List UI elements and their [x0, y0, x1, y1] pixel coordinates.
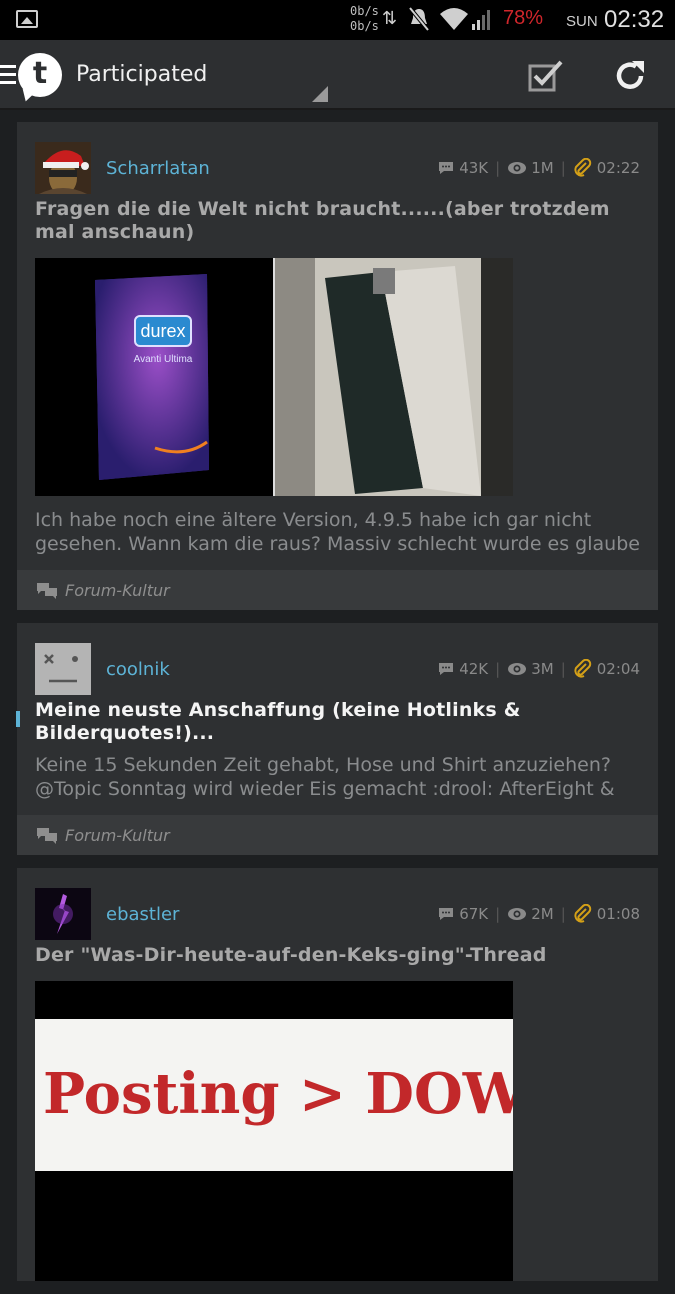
reply-count: 67K: [459, 905, 489, 923]
thread-title[interactable]: Meine neuste Anschaffung (keine Hotlinks…: [35, 699, 640, 745]
menu-icon[interactable]: [0, 65, 16, 85]
view-count: 3M: [531, 660, 554, 678]
battery-level: 78%: [503, 7, 544, 29]
thread-meta: 67K | 2M | 01:08: [437, 904, 640, 924]
thread-list: Scharrlatan 43K | 1M | 02:22 Fragen die …: [16, 122, 658, 1294]
forum-icon: [37, 828, 57, 844]
view-selector-dropdown-icon[interactable]: [312, 86, 328, 102]
replies-icon: [439, 908, 454, 920]
last-post-time: 01:08: [596, 905, 640, 923]
net-down-speed: 0b/s: [350, 19, 379, 33]
forum-icon: [37, 583, 57, 599]
meta-separator: |: [560, 905, 566, 923]
last-post-time: 02:04: [596, 660, 640, 678]
network-speed: 0b/s 0b/s: [350, 4, 379, 34]
thread-title[interactable]: Fragen die die Welt nicht braucht......(…: [35, 198, 640, 244]
unread-marker: [16, 711, 20, 727]
meta-separator: |: [495, 159, 501, 177]
thread-card[interactable]: Scharrlatan 43K | 1M | 02:22 Fragen die …: [17, 122, 658, 610]
reply-count: 43K: [459, 159, 489, 177]
avatar[interactable]: [35, 142, 91, 194]
thread-footer[interactable]: Forum-Kultur: [17, 570, 658, 610]
product-name-text: Avanti Ultima: [134, 354, 193, 365]
reply-count: 42K: [459, 660, 489, 678]
meta-separator: |: [560, 660, 566, 678]
thread-footer[interactable]: Forum-Kultur: [17, 815, 658, 855]
product-brand-text: durex: [140, 321, 185, 341]
thread-preview-image[interactable]: Posting > DOWN: [35, 981, 513, 1281]
mark-read-icon[interactable]: [528, 60, 563, 92]
thread-author[interactable]: coolnik: [106, 659, 170, 680]
views-icon: [508, 162, 527, 174]
views-icon: [508, 908, 527, 920]
thread-excerpt: Keine 15 Sekunden Zeit gehabt, Hose und …: [35, 754, 615, 800]
net-up-speed: 0b/s: [350, 4, 379, 18]
data-transfer-icon: ⇅: [382, 8, 398, 29]
replies-icon: [439, 162, 454, 174]
wifi-signal-icon: [438, 6, 494, 36]
meta-separator: |: [495, 660, 501, 678]
refresh-icon[interactable]: [612, 58, 648, 94]
status-day: SUN: [566, 13, 598, 30]
thread-author[interactable]: Scharrlatan: [106, 158, 210, 179]
thread-title[interactable]: Der "Was-Dir-heute-auf-den-Keks-ging"-Th…: [35, 944, 640, 967]
page-title: Participated: [76, 62, 208, 87]
meta-separator: |: [495, 905, 501, 923]
meta-separator: |: [560, 159, 566, 177]
gallery-notification-icon: [16, 10, 38, 28]
preview-image-text: Posting > DOWN: [43, 1061, 513, 1127]
forum-name: Forum-Kultur: [65, 825, 170, 845]
thread-excerpt: Ich habe noch eine ältere Version, 4.9.5…: [35, 509, 640, 555]
thread-card[interactable]: ebastler 67K | 2M | 01:08 Der "Was-Dir-h…: [17, 868, 658, 1281]
app-bar: t Participated: [0, 40, 675, 110]
attachment-icon: [574, 158, 591, 177]
forum-name: Forum-Kultur: [65, 580, 170, 600]
thread-preview-image[interactable]: durex Avanti Ultima: [35, 258, 513, 496]
view-count: 1M: [531, 159, 554, 177]
last-post-time: 02:22: [596, 159, 640, 177]
attachment-icon: [574, 659, 591, 678]
status-bar: 0b/s 0b/s ⇅ 78% SUN 02:32: [0, 0, 675, 40]
status-time: 02:32: [604, 6, 665, 33]
thread-meta: 43K | 1M | 02:22: [437, 158, 640, 178]
attachment-icon: [574, 904, 591, 923]
view-count: 2M: [531, 905, 554, 923]
thread-meta: 42K | 3M | 02:04: [437, 659, 640, 679]
app-logo[interactable]: t: [18, 53, 62, 97]
thread-card[interactable]: coolnik 42K | 3M | 02:04 Meine neuste An…: [16, 623, 658, 855]
replies-icon: [439, 663, 454, 675]
vibrate-off-icon: [407, 6, 431, 38]
thread-author[interactable]: ebastler: [106, 904, 179, 925]
avatar[interactable]: [35, 888, 91, 940]
avatar[interactable]: [35, 643, 91, 695]
views-icon: [508, 663, 527, 675]
